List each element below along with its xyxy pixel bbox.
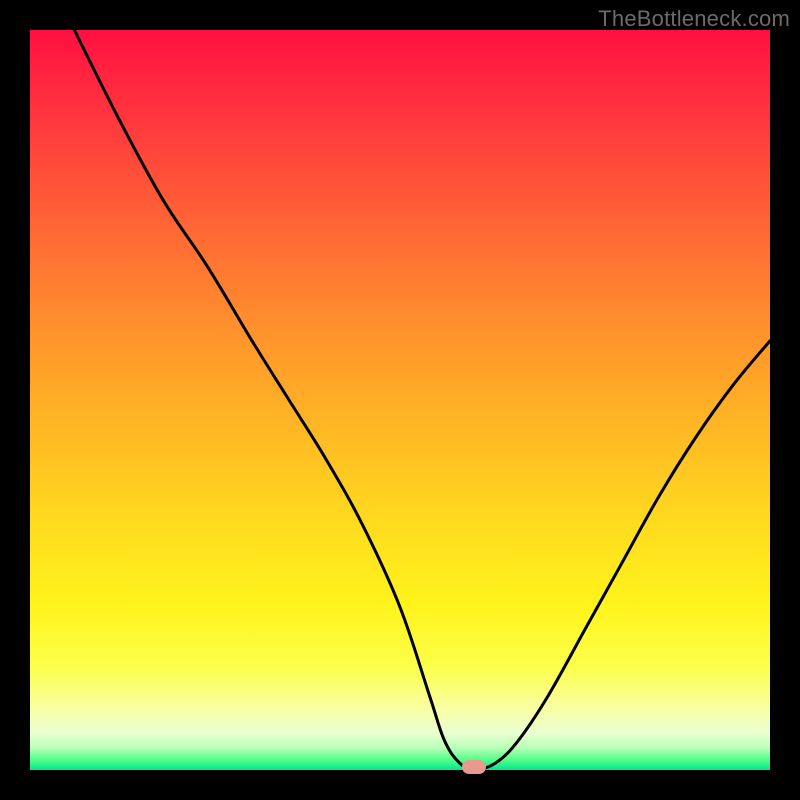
bottleneck-curve — [30, 30, 770, 770]
chart-frame: TheBottleneck.com — [0, 0, 800, 800]
watermark-text: TheBottleneck.com — [598, 6, 790, 32]
optimal-marker — [462, 760, 486, 774]
plot-area — [30, 30, 770, 770]
